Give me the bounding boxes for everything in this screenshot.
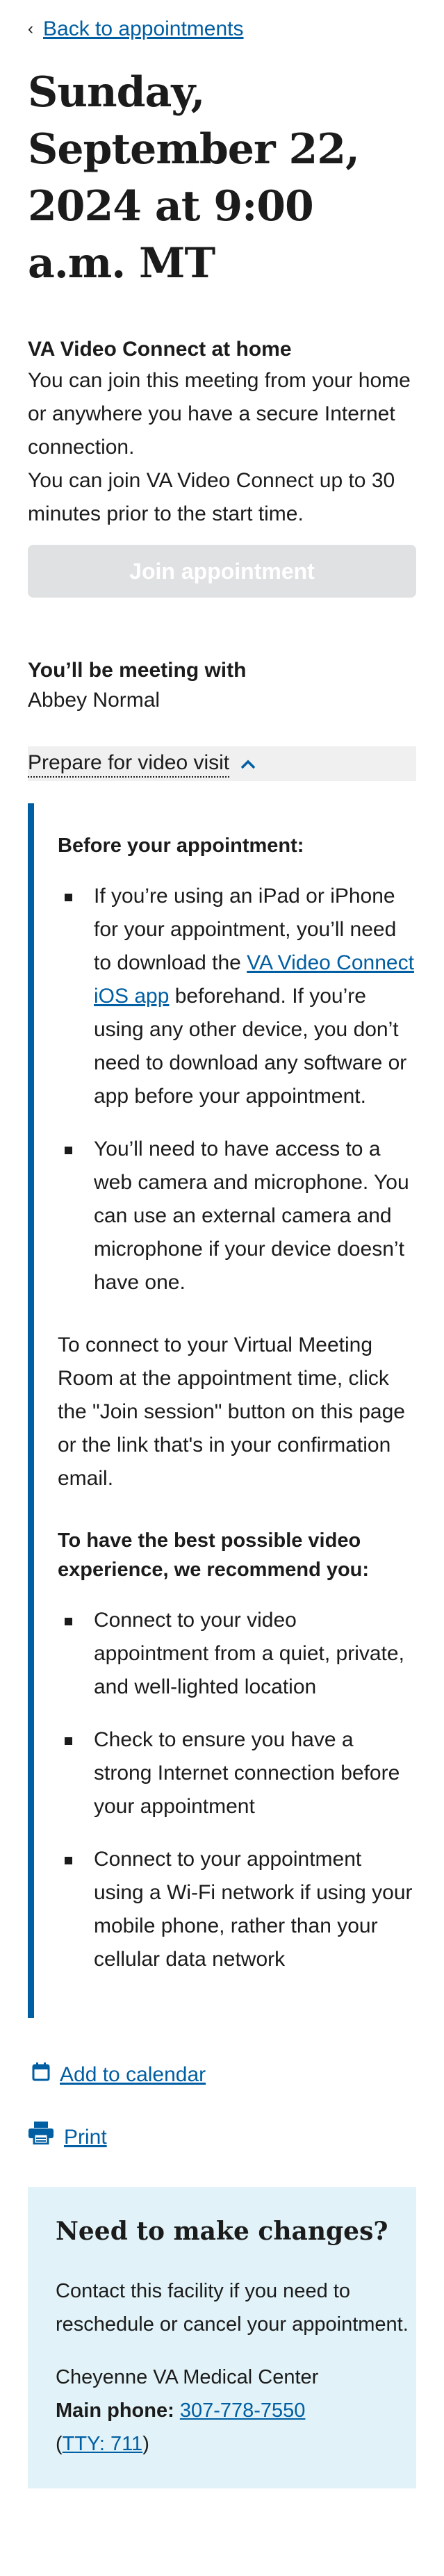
before-list: If you’re using an iPad or iPhone for yo…	[58, 880, 416, 1299]
chevron-left-icon: ‹	[28, 19, 33, 38]
join-timing-text: You can join VA Video Connect up to 30 m…	[28, 469, 395, 525]
back-link-label[interactable]: Back to appointments	[43, 14, 244, 44]
main-phone-link[interactable]: 307-778-7550	[180, 2399, 306, 2422]
calendar-icon	[32, 2060, 50, 2090]
page: ‹ Back to appointments Sunday, September…	[0, 0, 444, 2488]
need-changes-heading: Need to make changes?	[56, 2217, 388, 2246]
appointment-type: VA Video Connect at home	[28, 338, 292, 361]
list-item: You’ll need to have access to a web came…	[58, 1133, 416, 1299]
main-phone-label: Main phone:	[56, 2399, 174, 2422]
list-item: Connect to your appointment using a Wi-F…	[58, 1843, 416, 1976]
print-label[interactable]: Print	[64, 2122, 107, 2153]
add-to-calendar-label[interactable]: Add to calendar	[60, 2060, 206, 2090]
tty-open-paren: (	[56, 2433, 63, 2455]
printer-icon	[28, 2121, 54, 2153]
tty-close-paren: )	[142, 2433, 149, 2455]
print-link[interactable]: Print	[28, 2121, 416, 2153]
contact-facility-text: Contact this facility if you need to res…	[56, 2280, 409, 2336]
list-item: Connect to your video appointment from a…	[58, 1604, 416, 1704]
list-item: If you’re using an iPad or iPhone for yo…	[58, 880, 416, 1113]
back-link[interactable]: ‹ Back to appointments	[28, 14, 416, 44]
prepare-panel: Before your appointment: If you’re using…	[28, 803, 416, 2018]
prepare-toggle-label: Prepare for video visit	[28, 750, 230, 778]
before-appointment-heading: Before your appointment:	[58, 835, 304, 857]
connect-instructions: To connect to your Virtual Meeting Room …	[58, 1334, 405, 1490]
need-changes-box: Need to make changes? Contact this facil…	[28, 2187, 416, 2488]
main-phone: Main phone: 307-778-7550	[56, 2394, 416, 2427]
chevron-up-icon	[240, 753, 256, 775]
list-item: Check to ensure you have a strong Intern…	[58, 1723, 416, 1823]
prepare-video-visit-toggle[interactable]: Prepare for video visit	[28, 746, 416, 781]
tty-line: (TTY: 711)	[56, 2427, 416, 2461]
best-experience-heading: To have the best possible video experien…	[58, 1529, 370, 1581]
facility-name: Cheyenne VA Medical Center	[56, 2366, 319, 2388]
join-info-text: You can join this meeting from your home…	[28, 369, 411, 459]
recommend-list: Connect to your video appointment from a…	[58, 1604, 416, 1976]
provider-name: Abbey Normal	[28, 689, 161, 712]
join-appointment-button[interactable]: Join appointment	[28, 545, 416, 598]
tty-link[interactable]: TTY: 711	[63, 2433, 143, 2455]
page-title: Sunday, September 22, 2024 at 9:00 a.m. …	[28, 68, 360, 288]
add-to-calendar-link[interactable]: Add to calendar	[32, 2060, 416, 2090]
meeting-with-heading: You’ll be meeting with	[28, 659, 247, 682]
